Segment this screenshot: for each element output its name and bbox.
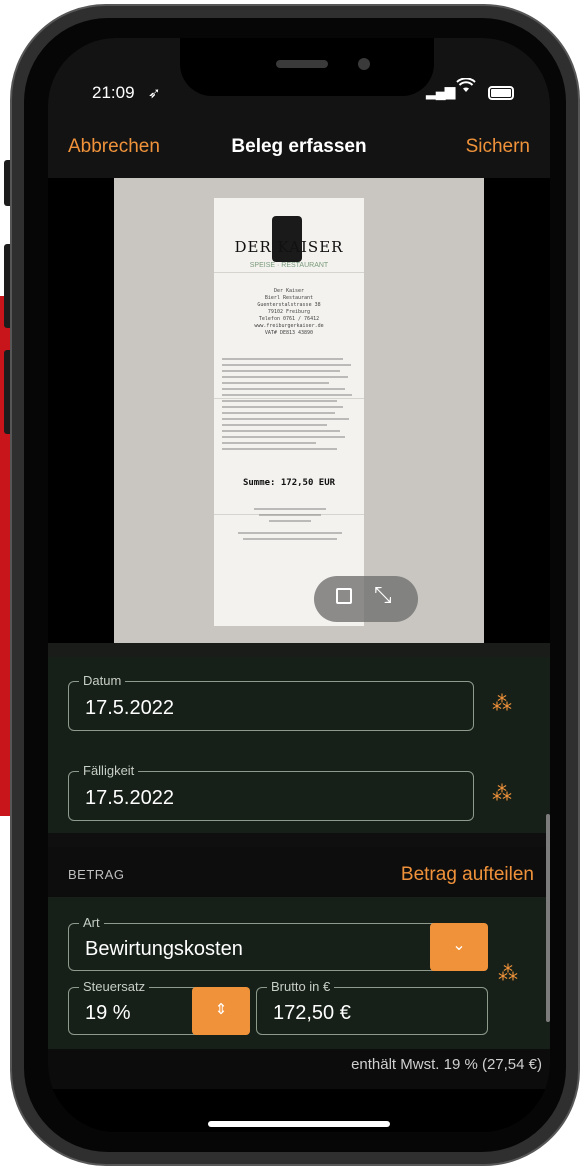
receipt-paper: DER KAISER SPEISE · RESTAURANT Der Kaise… <box>214 198 364 626</box>
phone-screen: 21:09 ➶ ▂▄▆ Abbrechen Beleg erfassen Sic… <box>48 38 550 1132</box>
receipt-address: Der Kaiser Bierl Restaurant Guenterstals… <box>254 288 324 336</box>
receipt-total: Summe: 172,50 EUR <box>242 478 336 488</box>
location-arrow-icon: ➶ <box>148 85 161 102</box>
crop-rotate-icon[interactable] <box>336 588 352 604</box>
section-divider <box>48 833 550 847</box>
receipt-footer <box>238 508 342 544</box>
section-divider <box>48 643 550 657</box>
paper-fold <box>214 272 364 273</box>
art-value[interactable]: Bewirtungskosten <box>85 938 243 961</box>
battery-icon <box>488 86 514 100</box>
receipt-logo: DER KAISER <box>234 238 344 256</box>
betrag-header: BETRAG Betrag aufteilen <box>48 847 550 897</box>
mwst-info: enthält Mwst. 19 % (27,54 €) <box>351 1056 542 1073</box>
cellular-signal-icon: ▂▄▆ <box>426 83 455 99</box>
betrag-panel: Art Bewirtungskosten ⌄ ⁂ Steuersatz 19 %… <box>48 897 550 1049</box>
chevron-up-down-icon: ⇕ <box>214 1001 228 1018</box>
phone-frame: 21:09 ➶ ▂▄▆ Abbrechen Beleg erfassen Sic… <box>10 4 580 1166</box>
mwst-info-row: enthält Mwst. 19 % (27,54 €) <box>48 1049 550 1089</box>
betrag-section-label: BETRAG <box>68 867 125 882</box>
image-tools-button[interactable]: ⤡ <box>314 576 418 622</box>
wifi-icon <box>456 77 476 99</box>
magic-wand-icon[interactable]: ⁂ <box>492 781 512 806</box>
art-dropdown-button[interactable]: ⌄ <box>430 923 488 971</box>
magic-wand-icon[interactable]: ⁂ <box>492 691 512 716</box>
datum-field[interactable]: Datum 17.5.2022 <box>68 673 474 731</box>
receipt-photo-area: DER KAISER SPEISE · RESTAURANT Der Kaise… <box>48 178 550 643</box>
save-button[interactable]: Sichern <box>466 136 530 158</box>
navigation-bar: Abbrechen Beleg erfassen Sichern <box>48 122 550 178</box>
faelligkeit-value[interactable]: 17.5.2022 <box>85 787 174 810</box>
datum-value[interactable]: 17.5.2022 <box>85 697 174 720</box>
expand-arrows-icon[interactable]: ⤡ <box>374 582 392 608</box>
split-amount-button[interactable]: Betrag aufteilen <box>401 864 534 886</box>
phone-bezel: 21:09 ➶ ▂▄▆ Abbrechen Beleg erfassen Sic… <box>24 18 566 1152</box>
faelligkeit-label: Fälligkeit <box>79 763 139 778</box>
faelligkeit-field[interactable]: Fälligkeit 17.5.2022 <box>68 763 474 821</box>
steuersatz-value[interactable]: 19 % <box>85 1002 131 1025</box>
status-time: 21:09 <box>92 83 135 102</box>
art-label: Art <box>79 915 104 930</box>
date-form-section: Datum 17.5.2022 ⁂ Fälligkeit 17.5.2022 ⁂ <box>48 657 550 833</box>
art-field[interactable]: Art Bewirtungskosten <box>68 915 488 971</box>
brutto-label: Brutto in € <box>267 979 335 994</box>
receipt-photo[interactable]: DER KAISER SPEISE · RESTAURANT Der Kaise… <box>114 178 484 643</box>
front-camera <box>358 58 370 70</box>
notch <box>180 38 434 96</box>
speaker-grille <box>276 60 328 68</box>
chevron-down-icon: ⌄ <box>452 937 466 954</box>
magic-wand-icon[interactable]: ⁂ <box>498 961 518 986</box>
brutto-value[interactable]: 172,50 € <box>273 1002 351 1025</box>
steuersatz-stepper-button[interactable]: ⇕ <box>192 987 250 1035</box>
datum-label: Datum <box>79 673 126 688</box>
receipt-subtitle: SPEISE · RESTAURANT <box>249 262 329 269</box>
scrollbar[interactable] <box>546 814 550 1022</box>
receipt-line-items <box>222 358 356 454</box>
home-indicator[interactable] <box>208 1121 390 1127</box>
steuersatz-label: Steuersatz <box>79 979 150 994</box>
brutto-field[interactable]: Brutto in € 172,50 € <box>256 979 488 1035</box>
